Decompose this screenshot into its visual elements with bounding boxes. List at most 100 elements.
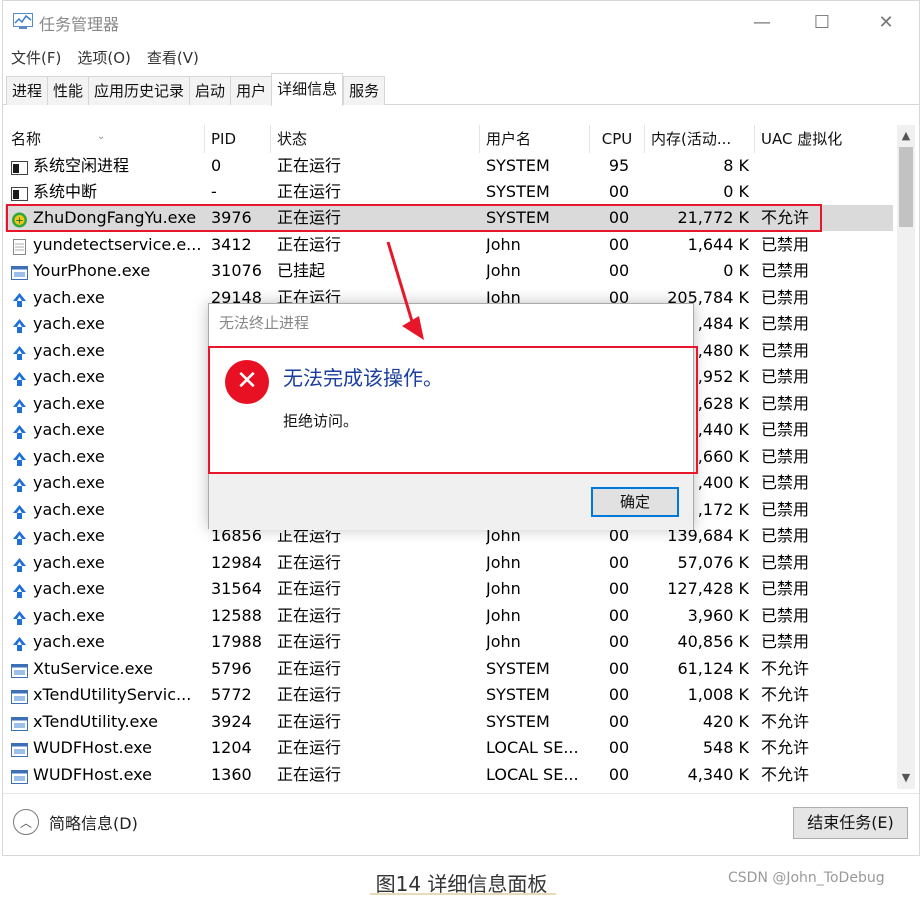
table-row[interactable]: xTendUtilityServic... 5772 正在运行 SYSTEM 00 1,0… [5,682,893,708]
cell-name: xTendUtilityServic... [11,682,205,708]
cell-pid: 12588 [211,606,262,625]
column-header-memory[interactable]: 内存(活动... [645,125,755,153]
cell-user: John [486,235,521,254]
cell-name: yach.exe [11,629,205,655]
cell-uac: 已禁用 [761,314,810,333]
cell-uac: 已禁用 [761,394,810,413]
cell-name: yach.exe [11,523,205,549]
cell-cpu: 00 [608,765,630,784]
cell-uac: 已禁用 [761,367,810,386]
table-row[interactable]: WUDFHost.exe 1204 正在运行 LOCAL SE... 00 548 K 不允… [5,735,893,761]
cell-user: LOCAL SE... [486,765,579,784]
menu-view[interactable]: 查看(V) [139,45,207,71]
fewer-details-toggle[interactable]: ︿ 简略信息(D) [13,809,138,835]
scroll-up-arrow-icon[interactable]: ▲ [897,127,915,145]
yach-icon [11,634,28,651]
tab-performance[interactable]: 性能 [47,76,89,105]
cell-pid: 3924 [211,712,252,731]
highlight-dialog-message [208,346,698,474]
tab-app-history[interactable]: 应用历史记录 [88,76,190,105]
cell-name: yach.exe [11,470,205,496]
cell-name: yach.exe [11,603,205,629]
cell-name: yach.exe [11,311,205,337]
cell-status: 正在运行 [277,765,342,784]
end-task-button[interactable]: 结束任务(E) [793,807,908,839]
cell-uac: 已禁用 [761,526,810,545]
table-row[interactable]: yach.exe 31564 正在运行 John 00 127,428 K 已禁用 [5,576,893,602]
cell-name: XtuService.exe [11,656,205,682]
scroll-down-arrow-icon[interactable]: ▼ [897,769,915,787]
vertical-scrollbar[interactable]: ▲ ▼ [897,125,915,789]
tab-startup[interactable]: 启动 [189,76,231,105]
scroll-thumb[interactable] [899,147,913,227]
process-name: yach.exe [33,632,105,651]
table-row[interactable]: yach.exe 12984 正在运行 John 00 57,076 K 已禁用 [5,550,893,576]
cell-memory: 8 K [723,156,749,175]
cell-pid: 1360 [211,765,252,784]
cell-uac: 已禁用 [761,261,810,280]
column-header-user[interactable]: 用户名 [480,125,590,153]
process-name: yach.exe [33,500,105,519]
cell-user: SYSTEM [486,659,550,678]
cell-user: LOCAL SE... [486,738,579,757]
tab-processes[interactable]: 进程 [6,76,48,105]
cell-uac: 已禁用 [761,579,810,598]
tab-services[interactable]: 服务 [343,76,386,105]
column-header-status[interactable]: 状态 [271,125,480,153]
system-process-icon [11,184,28,201]
table-row[interactable]: 系统中断 - 正在运行 SYSTEM 00 0 K [5,179,893,205]
minimize-button[interactable]: — [749,9,775,35]
close-button[interactable]: ✕ [873,9,899,35]
app-window-icon [11,714,28,731]
cell-uac: 已禁用 [761,341,810,360]
cell-name: 系统中断 [11,179,205,205]
tab-users[interactable]: 用户 [230,76,272,105]
table-row[interactable]: YourPhone.exe 31076 已挂起 John 00 0 K 已禁用 [5,258,893,284]
menu-file[interactable]: 文件(F) [3,45,69,71]
cell-user: John [486,606,521,625]
yach-icon [11,581,28,598]
column-header-cpu[interactable]: CPU [590,125,645,153]
cell-cpu: 00 [608,579,630,598]
app-window-icon [11,661,28,678]
process-name: yundetectservice.e... [33,235,202,254]
cell-cpu: 00 [608,659,630,678]
document-icon [11,237,28,255]
cell-name: yach.exe [11,338,205,364]
process-name: yach.exe [33,447,105,466]
cell-status: 正在运行 [277,156,342,175]
tab-details[interactable]: 详细信息 [271,73,344,106]
cell-name: YourPhone.exe [11,258,205,284]
ok-button[interactable]: 确定 [591,487,679,517]
table-row[interactable]: 系统空闲进程 0 正在运行 SYSTEM 95 8 K [5,153,893,179]
highlight-selected-row [6,204,822,232]
process-name: yach.exe [33,579,105,598]
app-window-icon [11,767,28,784]
cell-uac: 不允许 [761,738,810,757]
column-header-name[interactable]: 名称 ⌄ [5,125,205,153]
cell-status: 正在运行 [277,579,342,598]
cell-user: SYSTEM [486,156,550,175]
menu-options[interactable]: 选项(O) [69,45,139,71]
column-header-pid[interactable]: PID [205,125,271,153]
cell-cpu: 00 [608,685,630,704]
column-header-uac[interactable]: UAC 虚拟化 [755,125,893,153]
maximize-button[interactable]: ☐ [809,9,835,35]
cell-cpu: 00 [608,712,630,731]
table-row[interactable]: XtuService.exe 5796 正在运行 SYSTEM 00 61,124 K 不允… [5,656,893,682]
table-row[interactable]: yach.exe 12588 正在运行 John 00 3,960 K 已禁用 [5,603,893,629]
watermark: CSDN @John_ToDebug [728,870,885,886]
yach-icon [11,316,28,333]
cell-name: yach.exe [11,444,205,470]
dialog-footer: 确定 [209,474,693,530]
process-name: 系统中断 [33,182,98,201]
yach-icon [11,528,28,545]
process-name: WUDFHost.exe [33,765,152,784]
table-row[interactable]: WUDFHost.exe 1360 正在运行 LOCAL SE... 00 4,340 K… [5,762,893,788]
cell-uac: 已禁用 [761,235,810,254]
table-row[interactable]: yach.exe 17988 正在运行 John 00 40,856 K 已禁用 [5,629,893,655]
cell-uac: 不允许 [761,765,810,784]
table-row[interactable]: xTendUtility.exe 3924 正在运行 SYSTEM 00 420 K 不允许 [5,709,893,735]
cell-status: 正在运行 [277,738,342,757]
table-row[interactable]: yundetectservice.e... 3412 正在运行 John 00 1,644… [5,232,893,258]
